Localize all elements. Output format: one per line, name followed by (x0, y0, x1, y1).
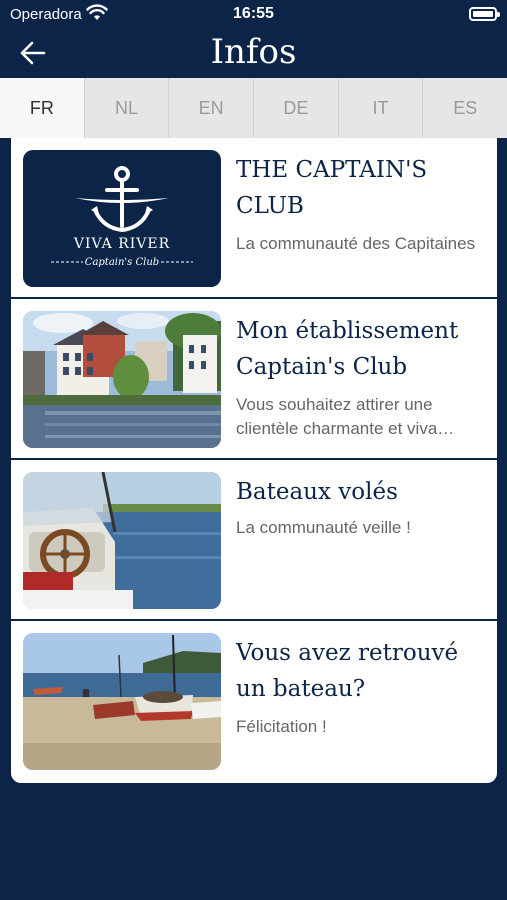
clock: 16:55 (233, 5, 274, 22)
status-bar: Operadora 16:55 (0, 0, 507, 28)
item-subtitle: La communauté veille ! (236, 518, 411, 537)
list-item-found-boat[interactable]: Vous avez retrouvé un bateau? Félicitati… (11, 621, 497, 782)
beach-boats-photo (23, 633, 221, 770)
tab-en[interactable]: EN (169, 78, 255, 138)
list-item-establishment[interactable]: Mon établissement Captain's Club Vous so… (11, 299, 497, 460)
item-subtitle: Félicitation ! (236, 717, 327, 736)
item-title: Mon établissement Captain's Club (236, 318, 459, 380)
battery-icon (469, 7, 500, 21)
info-list: VIVA RIVER Captain's Club THE CAPTAIN'S … (11, 138, 497, 783)
item-title: Vous avez retrouvé un bateau? (236, 640, 459, 702)
tab-de[interactable]: DE (254, 78, 339, 138)
tab-es[interactable]: ES (423, 78, 507, 138)
tab-fr[interactable]: FR (0, 78, 85, 138)
item-title: THE CAPTAIN'S CLUB (236, 157, 428, 219)
navigation-bar: Infos (0, 28, 507, 78)
list-item-captains-club[interactable]: VIVA RIVER Captain's Club THE CAPTAIN'S … (11, 138, 497, 299)
logo-brand-text: VIVA RIVER (73, 236, 170, 252)
language-tabs: FR NL EN DE IT ES (0, 78, 507, 138)
item-title: Bateaux volés (236, 479, 398, 505)
tab-nl[interactable]: NL (85, 78, 170, 138)
item-subtitle: Vous souhaitez attirer une clientèle cha… (236, 395, 455, 438)
boat-steering-wheel-photo (23, 472, 221, 609)
page-title: Infos (210, 32, 297, 72)
tab-it[interactable]: IT (339, 78, 424, 138)
logo-tagline-text: Captain's Club (85, 257, 159, 268)
captains-club-logo-image: VIVA RIVER Captain's Club (23, 150, 221, 287)
list-item-stolen-boats[interactable]: Bateaux volés La communauté veille ! (11, 460, 497, 621)
riverside-town-photo (23, 311, 221, 448)
item-subtitle: La communauté des Capitaines (236, 234, 476, 253)
